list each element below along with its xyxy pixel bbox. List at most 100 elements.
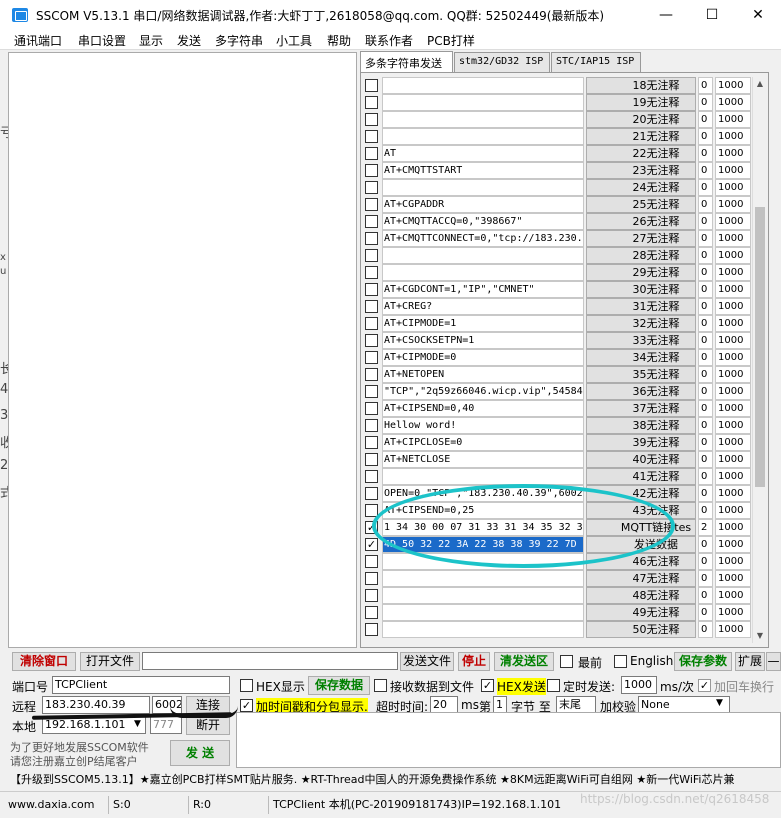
local-port-input[interactable]: 777 bbox=[150, 716, 182, 734]
row-command-input[interactable] bbox=[382, 77, 584, 94]
row-command-input[interactable]: AT+CMQTTCONNECT=0,"tcp://183.230.4 bbox=[382, 230, 584, 247]
row-delay-input[interactable]: 1000 bbox=[715, 179, 751, 196]
row-send-checkbox[interactable] bbox=[365, 113, 378, 126]
row-command-input[interactable]: AT+CMQTTSTART bbox=[382, 162, 584, 179]
row-send-checkbox[interactable] bbox=[365, 368, 378, 381]
row-order-input[interactable]: 0 bbox=[698, 485, 713, 502]
row-send-checkbox[interactable] bbox=[365, 283, 378, 296]
row-delay-input[interactable]: 1000 bbox=[715, 604, 751, 621]
stop-button[interactable]: 停止 bbox=[458, 652, 490, 671]
row-delay-input[interactable]: 1000 bbox=[715, 281, 751, 298]
tab-stm32-isp[interactable]: stm32/GD32 ISP bbox=[454, 52, 550, 72]
menu-port[interactable]: 通讯端口 bbox=[14, 32, 62, 49]
row-order-input[interactable]: 0 bbox=[698, 468, 713, 485]
chevron-down-icon[interactable]: ▼ bbox=[134, 719, 141, 729]
row-delay-input[interactable]: 1000 bbox=[715, 621, 751, 638]
row-send-button[interactable]: 28无注释 bbox=[586, 247, 696, 264]
row-order-input[interactable]: 0 bbox=[698, 621, 713, 638]
row-delay-input[interactable]: 1000 bbox=[715, 366, 751, 383]
row-send-button[interactable]: 33无注释 bbox=[586, 332, 696, 349]
row-send-checkbox[interactable] bbox=[365, 555, 378, 568]
recv-to-file-checkbox[interactable] bbox=[374, 679, 387, 692]
row-send-button[interactable]: 34无注释 bbox=[586, 349, 696, 366]
row-command-input[interactable]: AT+CIPMODE=1 bbox=[382, 315, 584, 332]
port-select[interactable]: TCPClient bbox=[52, 676, 230, 694]
row-send-checkbox[interactable] bbox=[365, 181, 378, 194]
minimize-button[interactable]: — bbox=[643, 0, 689, 30]
row-order-input[interactable]: 0 bbox=[698, 196, 713, 213]
expand-button[interactable]: 扩展 bbox=[735, 652, 765, 671]
row-send-button[interactable]: 39无注释 bbox=[586, 434, 696, 451]
clear-window-button[interactable]: 清除窗口 bbox=[12, 652, 76, 671]
row-send-checkbox[interactable] bbox=[365, 317, 378, 330]
save-params-button[interactable]: 保存参数 bbox=[674, 652, 732, 671]
row-delay-input[interactable]: 1000 bbox=[715, 145, 751, 162]
row-send-checkbox[interactable] bbox=[365, 385, 378, 398]
row-delay-input[interactable]: 1000 bbox=[715, 315, 751, 332]
row-send-button[interactable]: 42无注释 bbox=[586, 485, 696, 502]
row-delay-input[interactable]: 1000 bbox=[715, 213, 751, 230]
row-delay-input[interactable]: 1000 bbox=[715, 417, 751, 434]
row-command-input[interactable] bbox=[382, 94, 584, 111]
disconnect-button[interactable]: 断开 bbox=[186, 716, 230, 735]
row-send-checkbox[interactable] bbox=[365, 164, 378, 177]
row-send-checkbox[interactable] bbox=[365, 249, 378, 262]
row-order-input[interactable]: 0 bbox=[698, 315, 713, 332]
row-send-checkbox[interactable] bbox=[365, 402, 378, 415]
row-send-button[interactable]: 24无注释 bbox=[586, 179, 696, 196]
row-delay-input[interactable]: 1000 bbox=[715, 298, 751, 315]
row-send-button[interactable]: 35无注释 bbox=[586, 366, 696, 383]
row-command-input[interactable]: 4D 50 32 22 3A 22 38 38 39 22 7D bbox=[382, 536, 584, 553]
row-send-button[interactable]: 发送数据 bbox=[586, 536, 696, 553]
row-order-input[interactable]: 0 bbox=[698, 400, 713, 417]
timestamp-checkbox[interactable]: ✓ bbox=[240, 699, 253, 712]
row-delay-input[interactable]: 1000 bbox=[715, 536, 751, 553]
row-command-input[interactable]: Hellow word! bbox=[382, 417, 584, 434]
row-order-input[interactable]: 0 bbox=[698, 128, 713, 145]
row-order-input[interactable]: 0 bbox=[698, 213, 713, 230]
multi-string-scrollbar[interactable]: ▲ ▼ bbox=[752, 77, 766, 643]
row-order-input[interactable]: 0 bbox=[698, 451, 713, 468]
row-send-button[interactable]: 43无注释 bbox=[586, 502, 696, 519]
row-send-button[interactable]: 46无注释 bbox=[586, 553, 696, 570]
row-order-input[interactable]: 0 bbox=[698, 230, 713, 247]
row-send-checkbox[interactable] bbox=[365, 79, 378, 92]
row-send-checkbox[interactable] bbox=[365, 351, 378, 364]
row-send-button[interactable]: MQTT链接tes bbox=[586, 519, 696, 536]
add-crlf-checkbox[interactable]: ✓ bbox=[698, 679, 711, 692]
row-delay-input[interactable]: 1000 bbox=[715, 400, 751, 417]
send-button[interactable]: 发 送 bbox=[170, 740, 230, 766]
always-on-top-checkbox[interactable] bbox=[560, 655, 573, 668]
row-send-checkbox[interactable] bbox=[365, 623, 378, 636]
hex-display-checkbox[interactable] bbox=[240, 679, 253, 692]
row-delay-input[interactable]: 1000 bbox=[715, 247, 751, 264]
row-order-input[interactable]: 0 bbox=[698, 383, 713, 400]
row-send-checkbox[interactable] bbox=[365, 504, 378, 517]
row-delay-input[interactable]: 1000 bbox=[715, 94, 751, 111]
row-command-input[interactable]: AT+NETOPEN bbox=[382, 366, 584, 383]
row-command-input[interactable] bbox=[382, 587, 584, 604]
row-send-checkbox[interactable] bbox=[365, 266, 378, 279]
row-send-button[interactable]: 19无注释 bbox=[586, 94, 696, 111]
row-send-checkbox[interactable] bbox=[365, 215, 378, 228]
hex-send-checkbox[interactable]: ✓ bbox=[481, 679, 494, 692]
row-send-checkbox[interactable] bbox=[365, 419, 378, 432]
file-path-input[interactable] bbox=[142, 652, 398, 670]
row-send-checkbox[interactable] bbox=[365, 198, 378, 211]
row-order-input[interactable]: 0 bbox=[698, 434, 713, 451]
menu-serial-settings[interactable]: 串口设置 bbox=[78, 32, 126, 49]
row-delay-input[interactable]: 1000 bbox=[715, 485, 751, 502]
receive-textarea[interactable] bbox=[8, 52, 357, 648]
row-send-button[interactable]: 20无注释 bbox=[586, 111, 696, 128]
row-send-checkbox[interactable] bbox=[365, 453, 378, 466]
expand-toggle-button[interactable]: — bbox=[766, 652, 781, 671]
row-command-input[interactable] bbox=[382, 128, 584, 145]
row-command-input[interactable]: AT+CIPSEND=0,25 bbox=[382, 502, 584, 519]
row-order-input[interactable]: 0 bbox=[698, 162, 713, 179]
row-order-input[interactable]: 0 bbox=[698, 298, 713, 315]
row-order-input[interactable]: 2 bbox=[698, 519, 713, 536]
close-button[interactable]: ✕ bbox=[735, 0, 781, 30]
row-delay-input[interactable]: 1000 bbox=[715, 468, 751, 485]
row-command-input[interactable] bbox=[382, 604, 584, 621]
remote-ip-input[interactable]: 183.230.40.39 bbox=[42, 696, 150, 714]
